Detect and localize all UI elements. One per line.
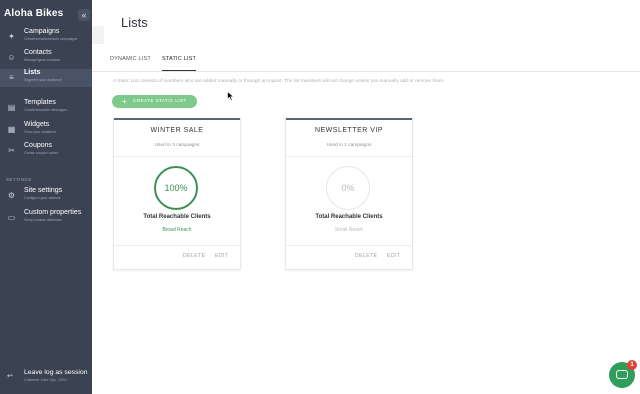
reach-percent: 100%: [164, 183, 188, 193]
chat-bubble-icon: [616, 370, 628, 379]
sidebar-item-subtitle: Create coupon codes: [24, 151, 59, 155]
card-divider: [114, 156, 240, 157]
list-usage: Used in 1 campaigns: [326, 143, 372, 148]
sidebar-item-label: Lists: [24, 69, 41, 76]
reach-title: Total Reachable Clients: [315, 214, 383, 220]
sidebar-item-coupons[interactable]: ✂ Coupons Create coupon codes: [0, 142, 92, 160]
brand-name: Aloha Bikes: [4, 8, 64, 19]
notification-badge: 1: [627, 360, 637, 370]
tab-dynamic-list[interactable]: DYNAMIC LIST: [110, 56, 151, 62]
leave-icon: ↩: [7, 373, 13, 380]
sidebar-item-campaigns[interactable]: ✦ Campaigns Create/send/schedule campaig…: [0, 28, 92, 46]
content-edge: [92, 26, 104, 44]
reach-percent: 0%: [341, 183, 355, 193]
sidebar-item-lists[interactable]: ≡ Lists Segment your audience: [0, 69, 92, 87]
sidebar-item-subtitle: Segment your audience: [24, 78, 62, 82]
mouse-cursor-icon: [227, 91, 235, 101]
sidebar-item-subtitle: Grow your audience: [24, 130, 57, 134]
settings-icon: ⚙: [7, 191, 16, 200]
collapse-sidebar-icon[interactable]: «: [78, 9, 90, 21]
contacts-icon: ☺: [7, 53, 16, 62]
sidebar-item-templates[interactable]: ▤ Templates Create/reusable messages: [0, 99, 92, 117]
sidebar-item-custom-properties[interactable]: ▭ Custom properties Setup custom attribu…: [0, 209, 92, 227]
card-divider: [286, 156, 412, 157]
leave-session-subtitle: Customer Care Ops - 0001: [24, 378, 68, 382]
sidebar-item-contacts[interactable]: ☺ Contacts Manage/grow contacts: [0, 49, 92, 67]
sidebar-item-label: Campaigns: [24, 28, 60, 35]
sidebar-item-subtitle: Create/send/schedule campaigns: [24, 37, 78, 41]
sidebar-item-label: Coupons: [24, 142, 53, 149]
sidebar-item-label: Site settings: [24, 187, 63, 194]
edit-button[interactable]: EDIT: [215, 253, 228, 259]
list-card-winter-sale[interactable]: WINTER SALE Used in 3 campaigns 100% Tot…: [113, 118, 241, 270]
settings-section-label: SETTINGS: [6, 177, 32, 182]
sidebar-item-site-settings[interactable]: ⚙ Site settings Configure your website: [0, 187, 92, 205]
card-top-bar: [286, 118, 412, 120]
create-static-list-button[interactable]: + CREATE STATIC LIST: [112, 95, 197, 108]
delete-button[interactable]: DELETE: [355, 253, 377, 259]
reach-level: Small Reach: [334, 227, 364, 233]
chat-button[interactable]: 1: [609, 360, 637, 388]
lists-icon: ≡: [9, 73, 14, 82]
card-divider: [286, 245, 412, 246]
delete-button[interactable]: DELETE: [183, 253, 205, 259]
plus-icon: +: [122, 97, 127, 106]
reach-level: Broad Reach: [162, 227, 192, 233]
list-usage: Used in 3 campaigns: [154, 143, 200, 148]
sidebar-item-widgets[interactable]: ▦ Widgets Grow your audience: [0, 121, 92, 139]
list-card-newsletter-vip[interactable]: NEWSLETTER VIP Used in 1 campaigns 0% To…: [285, 118, 413, 270]
list-name: NEWSLETTER VIP: [314, 127, 384, 134]
coupons-icon: ✂: [8, 146, 15, 155]
templates-icon: ▤: [7, 103, 16, 112]
card-divider: [114, 245, 240, 246]
sidebar-item-label: Contacts: [24, 49, 52, 56]
sidebar-item-label: Custom properties: [24, 209, 82, 216]
sidebar-item-subtitle: Setup custom attributes: [24, 218, 62, 222]
sidebar-item-label: Widgets: [24, 121, 50, 128]
edit-button[interactable]: EDIT: [387, 253, 400, 259]
leave-session-label: Leave log as session: [24, 369, 88, 376]
header-divider: [92, 71, 640, 72]
sidebar-item-subtitle: Manage/grow contacts: [24, 58, 61, 62]
tab-static-list[interactable]: STATIC LIST: [162, 56, 196, 62]
reach-title: Total Reachable Clients: [143, 214, 211, 220]
sidebar-item-subtitle: Create/reusable messages: [24, 108, 67, 112]
widgets-icon: ▦: [7, 125, 16, 134]
page-title: Lists: [121, 15, 148, 30]
sidebar-item-subtitle: Configure your website: [24, 196, 61, 200]
create-static-list-label: CREATE STATIC LIST: [133, 99, 187, 104]
campaigns-icon: ✦: [8, 32, 15, 41]
card-top-bar: [114, 118, 240, 120]
list-name: WINTER SALE: [150, 127, 204, 134]
leave-session-button[interactable]: ↩ Leave log as session Customer Care Ops…: [0, 366, 92, 388]
list-description: A Static List consists of members who ar…: [113, 79, 445, 84]
sidebar-item-label: Templates: [24, 99, 56, 106]
sidebar: Aloha Bikes « ✦ Campaigns Create/send/sc…: [0, 0, 92, 394]
properties-icon: ▭: [7, 213, 16, 222]
